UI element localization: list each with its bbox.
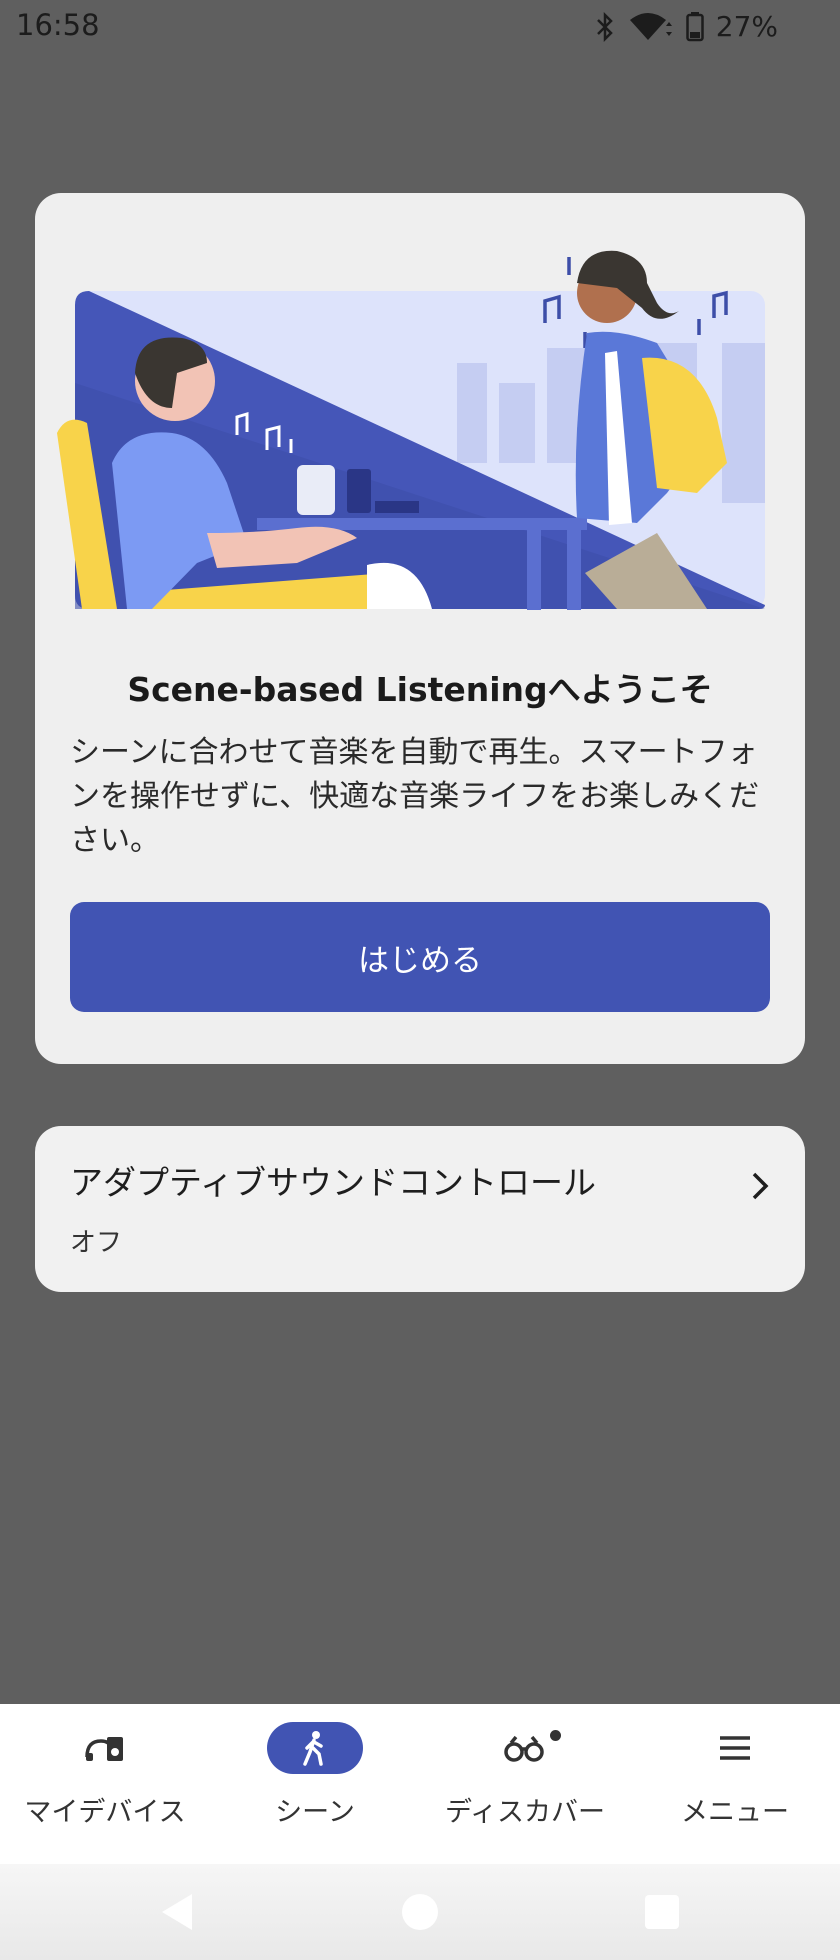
notification-dot xyxy=(550,1730,561,1741)
battery-icon xyxy=(686,11,704,41)
status-icons: 27% xyxy=(594,10,778,43)
start-button[interactable]: はじめる xyxy=(70,902,770,1012)
status-time: 16:58 xyxy=(16,8,100,42)
welcome-title: Scene-based Listeningへようこそ xyxy=(127,670,713,709)
back-icon[interactable] xyxy=(158,1892,198,1932)
nav-item-my-device[interactable]: マイデバイス xyxy=(0,1704,210,1864)
battery-percentage: 27% xyxy=(715,10,778,43)
bluetooth-icon xyxy=(596,11,613,42)
system-nav-bar xyxy=(0,1864,840,1960)
nav-item-menu[interactable]: メニュー xyxy=(630,1704,840,1864)
welcome-description: シーンに合わせて音楽を自動で再生。スマートフォンを操作せずに、快適な音楽ライフを… xyxy=(70,735,760,858)
nav-item-discover[interactable]: ディスカバー xyxy=(420,1704,630,1864)
adaptive-sound-control-status: オフ xyxy=(70,1228,123,1258)
walking-icon xyxy=(303,1731,323,1766)
recents-icon[interactable] xyxy=(642,1892,682,1932)
menu-icon xyxy=(720,1736,750,1760)
bottom-nav: マイデバイス シーン ディスカバー メニュー xyxy=(0,1704,840,1864)
chevron-right-icon xyxy=(752,1172,769,1200)
nav-label-discover: ディスカバー xyxy=(444,1797,606,1828)
adaptive-sound-control-title: アダプティブサウンドコントロール xyxy=(70,1163,597,1202)
nav-label-menu: メニュー xyxy=(681,1797,789,1828)
device-icon xyxy=(85,1737,123,1761)
nav-item-scene[interactable]: シーン xyxy=(210,1704,420,1864)
welcome-card: Scene-based Listeningへようこそ シーンに合わせて音楽を自動… xyxy=(35,193,805,1064)
nav-label-my-device: マイデバイス xyxy=(24,1797,186,1828)
home-icon[interactable] xyxy=(400,1892,440,1932)
nav-label-scene: シーン xyxy=(275,1797,355,1828)
wifi-icon xyxy=(629,12,672,40)
adaptive-sound-control-card[interactable]: アダプティブサウンドコントロール オフ xyxy=(35,1126,805,1292)
scene-illustration xyxy=(57,250,765,610)
status-bar: 16:58 27% xyxy=(0,0,840,52)
binoculars-icon xyxy=(504,1735,544,1762)
